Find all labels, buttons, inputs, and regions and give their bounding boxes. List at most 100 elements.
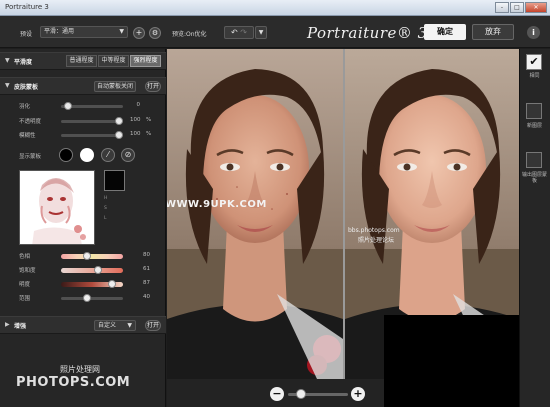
opacity-unit: %: [146, 117, 152, 123]
luminance-slider-knob[interactable]: [107, 280, 116, 288]
hue-label: 色相: [19, 254, 31, 260]
preset-select[interactable]: 平滑：通用 ▼: [40, 26, 128, 38]
hue-slider[interactable]: [61, 252, 123, 260]
preset-select-value: 平滑：通用: [44, 28, 75, 35]
hue-slider-knob[interactable]: [82, 252, 91, 260]
saturation-label: 饱和度: [19, 268, 36, 274]
before-portrait-image: [167, 49, 343, 379]
smoothing-strong-button[interactable]: 强烈程度: [130, 55, 161, 67]
feather-label: 羽化: [19, 104, 31, 110]
new-layer-label: 新图层: [526, 123, 542, 129]
window-titlebar: Portraiture 3 - □ ✕: [0, 0, 550, 16]
skin-mask-open-button[interactable]: 打开: [145, 81, 161, 92]
new-layer-checkbox[interactable]: [526, 103, 542, 119]
feather-slider-knob[interactable]: [63, 102, 72, 110]
chevron-down-icon: ▼: [127, 322, 132, 329]
zoom-out-button[interactable]: −: [270, 387, 284, 401]
photo-watermark-forum: 照片处理论坛: [358, 237, 395, 244]
luminance-value: 87: [143, 280, 150, 286]
enhance-preset-value: 自定义: [98, 322, 117, 329]
redo-icon[interactable]: ↷: [240, 28, 247, 37]
color-stat-hue-icon: H: [104, 196, 108, 201]
luminance-row: 明度 87: [0, 279, 166, 289]
photo-watermark-left: WWW.9UPK.COM: [167, 199, 267, 210]
output-mask-label: 输出图层蒙板: [521, 172, 547, 184]
smoothing-title: 平滑度: [14, 59, 33, 66]
enhance-section-header[interactable]: ▶ 增强: [0, 316, 166, 334]
feather-value: 0: [136, 102, 141, 108]
show-mask-label: 显示蒙板: [19, 154, 42, 160]
eyedropper-minus-icon[interactable]: ⊘: [121, 148, 135, 162]
fuzziness-slider-row: 模糊性 100 %: [0, 130, 166, 140]
skin-mask-section-header[interactable]: ▼ 皮肤蒙板: [0, 77, 166, 95]
expand-arrow-icon: ▼: [5, 57, 10, 64]
zoom-in-button[interactable]: +: [351, 387, 365, 401]
window-title: Portraiture 3: [5, 3, 49, 11]
skin-mask-title: 皮肤蒙板: [14, 84, 39, 91]
luminance-slider[interactable]: [61, 280, 123, 288]
enhance-title: 增强: [14, 323, 27, 330]
fuzziness-unit: %: [146, 131, 152, 137]
opacity-slider-row: 不透明度 100 %: [0, 116, 166, 126]
fuzziness-value: 100: [130, 131, 141, 137]
range-value: 40: [143, 294, 150, 300]
luminance-label: 明度: [19, 282, 31, 288]
info-icon[interactable]: i: [527, 26, 540, 39]
app-logo: Portraiture® 3: [307, 24, 428, 42]
smoothing-medium-button[interactable]: 中等程度: [98, 55, 129, 67]
saturation-row: 饱和度 61: [0, 265, 166, 275]
auto-mask-button[interactable]: 自动蒙板关闭: [94, 81, 136, 92]
cancel-button[interactable]: 放弃: [472, 24, 514, 40]
close-button[interactable]: ✕: [525, 2, 547, 13]
zoom-slider-knob[interactable]: [295, 389, 306, 399]
fuzziness-slider-knob[interactable]: [115, 131, 123, 139]
opacity-slider-knob[interactable]: [115, 117, 123, 125]
color-stat-sat-icon: S: [104, 206, 107, 211]
photo-watermark-url: bbs.photops.com: [348, 227, 400, 234]
preview-label: 预览:On优化: [172, 31, 207, 38]
hue-row: 色相 80: [0, 251, 166, 261]
range-slider-knob[interactable]: [82, 294, 91, 302]
expand-arrow-icon: ▶: [5, 321, 10, 328]
chevron-down-icon: ▼: [119, 28, 124, 35]
same-layer-checkbox[interactable]: ✔: [526, 54, 542, 70]
fuzziness-slider[interactable]: [61, 131, 123, 139]
same-layer-label: 相同: [529, 73, 540, 79]
selected-color-box[interactable]: [104, 170, 125, 191]
enhance-open-button[interactable]: 打开: [145, 320, 161, 331]
maximize-button[interactable]: □: [510, 2, 524, 13]
opacity-slider[interactable]: [61, 117, 123, 125]
ok-button[interactable]: 确定: [424, 24, 466, 40]
gear-icon[interactable]: ⚙: [149, 27, 161, 39]
expand-arrow-icon: ▼: [5, 82, 10, 89]
minimize-button[interactable]: -: [495, 2, 509, 13]
eyedropper-icon[interactable]: ⁄: [101, 148, 115, 162]
output-mask-checkbox[interactable]: [526, 152, 542, 168]
white-swatch[interactable]: [80, 148, 94, 162]
mask-preview-image: [20, 171, 94, 244]
range-label: 范围: [19, 296, 31, 302]
feather-slider-row: 羽化 0: [0, 101, 166, 111]
smoothing-normal-button[interactable]: 普通程度: [66, 55, 97, 67]
before-preview[interactable]: WWW.9UPK.COM: [167, 49, 343, 379]
range-row: 范围 40: [0, 293, 166, 303]
skin-mask-preview: [19, 170, 95, 245]
hue-value: 80: [143, 252, 150, 258]
add-preset-button[interactable]: +: [133, 27, 145, 39]
watermark-cn-text: 照片处理网: [60, 365, 100, 374]
saturation-slider[interactable]: [61, 266, 123, 274]
enhance-preset-select[interactable]: 自定义 ▼: [94, 320, 136, 331]
occluding-overlay: [384, 315, 534, 407]
saturation-slider-knob[interactable]: [94, 266, 103, 274]
chevron-down-icon[interactable]: ▼: [255, 26, 267, 39]
undo-icon[interactable]: ↶: [231, 28, 238, 37]
range-slider[interactable]: [61, 294, 123, 302]
fuzziness-label: 模糊性: [19, 133, 36, 139]
feather-slider[interactable]: [61, 102, 123, 110]
opacity-label: 不透明度: [19, 119, 42, 125]
black-swatch[interactable]: [59, 148, 73, 162]
preset-label: 预设: [20, 31, 33, 38]
saturation-value: 61: [143, 266, 150, 272]
watermark-en-text: PHOTOPS.COM: [16, 375, 131, 390]
undo-redo-group: ↶ ↷: [224, 26, 254, 39]
